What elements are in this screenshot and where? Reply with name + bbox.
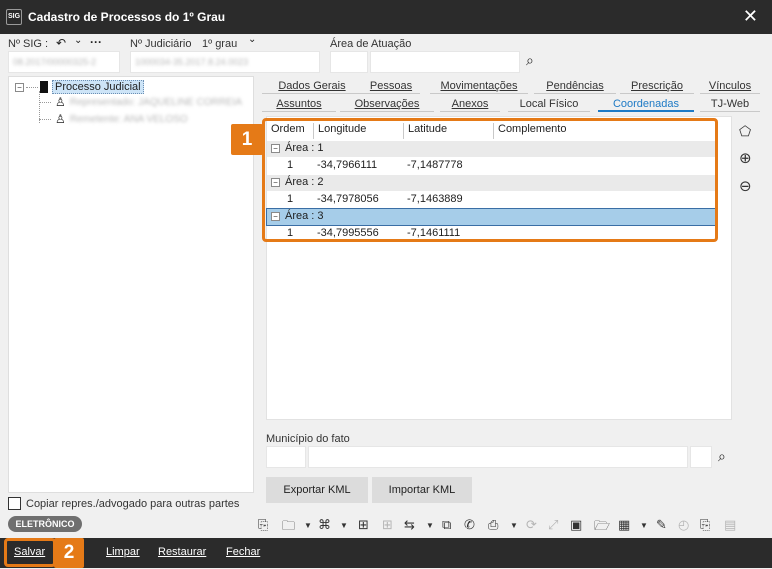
person-icon: ♙	[55, 112, 66, 126]
print-icon[interactable]: ⎙	[488, 517, 498, 533]
grau-dropdown-icon[interactable]: ⌄	[248, 34, 256, 45]
municipio-extra-input[interactable]	[690, 446, 712, 468]
export-kml-button[interactable]: Exportar KML	[266, 477, 368, 503]
tab-assuntos[interactable]: Assuntos	[262, 96, 336, 112]
callout-badge: 1	[231, 124, 263, 155]
tab-anexos[interactable]: Anexos	[440, 96, 500, 112]
copy-checkbox[interactable]	[8, 497, 21, 510]
process-tree: − Processo Judicial ♙ Representado: JAQU…	[8, 76, 254, 493]
calendar-icon[interactable]: ▦	[618, 517, 630, 533]
dropdown-arrow-icon[interactable]: ▼	[510, 521, 518, 530]
remove-icon[interactable]: ⊖	[739, 177, 752, 195]
municipio-input[interactable]	[308, 446, 688, 468]
restaurar-button[interactable]: Restaurar	[158, 546, 206, 558]
tree-root[interactable]: − Processo Judicial	[15, 79, 144, 95]
person-icon: ♙	[55, 95, 66, 109]
tab-local-fisico[interactable]: Local Físico	[508, 96, 590, 112]
folder-icon[interactable]: 🗀	[282, 517, 295, 539]
tab-tj-web[interactable]: TJ-Web	[700, 96, 760, 112]
window-title: Cadastro de Processos do 1º Grau	[28, 10, 226, 24]
expand-icon: ⤢	[548, 517, 559, 532]
close-icon[interactable]: ✕	[743, 7, 758, 25]
tab-pessoas[interactable]: Pessoas	[362, 78, 420, 94]
hierarchy-icon[interactable]: ⊞	[358, 517, 369, 533]
links-icon[interactable]: ⌘	[318, 517, 331, 533]
dropdown-arrow-icon[interactable]: ▼	[640, 521, 648, 530]
municipio-code-input[interactable]	[266, 446, 306, 468]
fechar-button[interactable]: Fechar	[226, 546, 260, 558]
sig-input[interactable]: 08.2017/00000325-2	[8, 51, 120, 73]
phone-icon[interactable]: ✆	[464, 517, 475, 533]
tab-vinculos[interactable]: Vínculos	[700, 78, 760, 94]
area-code-input[interactable]	[330, 51, 368, 73]
tab-observacoes[interactable]: Observações	[340, 96, 434, 112]
chevron-down-icon[interactable]: ⌄	[74, 35, 82, 46]
table-icon: ▤	[724, 517, 737, 532]
tree-item[interactable]: ♙ Representado: JAQUELINE CORREIA	[39, 94, 242, 110]
area-label: Área de Atuação	[330, 38, 412, 50]
dropdown-arrow-icon[interactable]: ▼	[426, 521, 434, 530]
eletronico-badge: ELETRÔNICO	[8, 516, 82, 532]
transfer-icon[interactable]: ⇆	[404, 517, 415, 533]
tree-child-2: Remetente: ANA VELOSO	[69, 113, 188, 125]
limpar-button[interactable]: Limpar	[106, 546, 140, 558]
judiciario-label: Nº Judiciário	[130, 38, 192, 50]
document-add-icon[interactable]: ⎘	[700, 517, 710, 533]
calendar-edit-icon[interactable]: ▣	[570, 517, 582, 533]
app-icon: SIG	[6, 9, 22, 25]
tree-item[interactable]: ♙ Remetente: ANA VELOSO	[39, 111, 188, 127]
municipio-label: Município do fato	[266, 433, 350, 445]
more-icon[interactable]: ···	[90, 35, 102, 49]
callout-badge: 2	[54, 538, 84, 568]
tree-root-label[interactable]: Processo Judicial	[52, 80, 144, 94]
import-kml-button[interactable]: Importar KML	[372, 477, 472, 503]
folder-search-icon[interactable]: 🗁	[594, 517, 610, 539]
new-document-icon[interactable]: ⎘	[258, 517, 268, 533]
dropdown-arrow-icon[interactable]: ▼	[304, 521, 312, 530]
sig-value: 08.2017/00000325-2	[13, 57, 97, 67]
copy-checkbox-label: Copiar repres./advogado para outras part…	[26, 498, 240, 510]
callout-highlight	[262, 118, 718, 242]
tree-child-1: Representado: JAQUELINE CORREIA	[69, 96, 243, 108]
tab-prescricao[interactable]: Prescrição	[620, 78, 694, 94]
sig-label: Nº SIG :	[8, 38, 49, 50]
history-icon: ◴	[678, 517, 690, 532]
refresh-icon: ⟳	[526, 517, 537, 532]
dropdown-arrow-icon[interactable]: ▼	[340, 521, 348, 530]
grau-label: 1º grau	[202, 38, 238, 50]
copy-icon[interactable]: ⧉	[442, 517, 451, 533]
tab-coordenadas[interactable]: Coordenadas	[598, 96, 694, 112]
add-icon[interactable]: ⊕	[739, 149, 752, 167]
document-icon	[40, 81, 48, 93]
search-icon[interactable]: ⌕	[718, 448, 726, 465]
callout-highlight	[4, 538, 56, 567]
judiciario-value: 1000034-35.2017.8.24.0023	[135, 57, 249, 67]
bottom-action-bar: Salvar Limpar Restaurar Fechar	[0, 538, 772, 568]
undo-icon[interactable]: ↶	[56, 36, 66, 50]
tab-pendencias[interactable]: Pendências	[534, 78, 616, 94]
title-bar: SIG Cadastro de Processos do 1º Grau ✕	[0, 0, 772, 34]
judiciario-input[interactable]: 1000034-35.2017.8.24.0023	[130, 51, 320, 73]
area-input[interactable]	[370, 51, 520, 73]
document-edit-icon[interactable]: ✎	[656, 517, 667, 533]
search-icon[interactable]: ⌕	[526, 52, 534, 69]
tab-dados-gerais[interactable]: Dados Gerais	[262, 78, 362, 94]
polygon-icon[interactable]: ⬠	[739, 123, 751, 140]
hierarchy-disabled-icon: ⊞	[382, 517, 393, 532]
collapse-icon[interactable]: −	[15, 82, 24, 92]
tab-movimentacoes[interactable]: Movimentações	[430, 78, 528, 94]
